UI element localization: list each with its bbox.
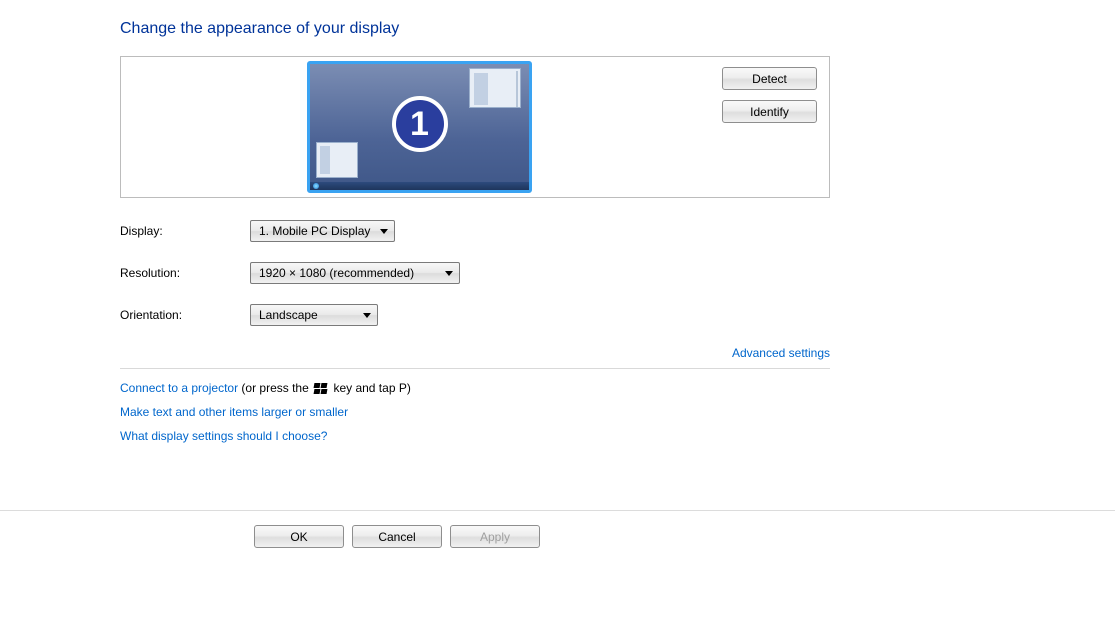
identify-button[interactable]: Identify bbox=[722, 100, 817, 123]
connect-projector-link[interactable]: Connect to a projector bbox=[120, 381, 238, 395]
monitor-1-preview[interactable]: 1 bbox=[307, 61, 532, 193]
resolution-label: Resolution: bbox=[120, 266, 250, 280]
dialog-button-bar: OK Cancel Apply bbox=[0, 510, 1115, 548]
chevron-down-icon bbox=[380, 229, 388, 234]
resolution-dropdown-value: 1920 × 1080 (recommended) bbox=[259, 266, 414, 280]
resolution-dropdown[interactable]: 1920 × 1080 (recommended) bbox=[250, 262, 460, 284]
monitor-number-badge: 1 bbox=[392, 96, 448, 152]
chevron-down-icon bbox=[445, 271, 453, 276]
projector-hint-after: key and tap P) bbox=[330, 381, 411, 395]
display-dropdown[interactable]: 1. Mobile PC Display bbox=[250, 220, 395, 242]
projector-line: Connect to a projector (or press the key… bbox=[120, 381, 830, 395]
display-arrangement-panel: 1 Detect Identify bbox=[120, 56, 830, 198]
chevron-down-icon bbox=[363, 313, 371, 318]
projector-hint-before: (or press the bbox=[238, 381, 312, 395]
divider bbox=[120, 368, 830, 369]
display-dropdown-value: 1. Mobile PC Display bbox=[259, 224, 370, 238]
advanced-settings-link[interactable]: Advanced settings bbox=[732, 346, 830, 360]
orientation-dropdown[interactable]: Landscape bbox=[250, 304, 378, 326]
ok-button[interactable]: OK bbox=[254, 525, 344, 548]
detect-button[interactable]: Detect bbox=[722, 67, 817, 90]
monitor-number-text: 1 bbox=[410, 107, 429, 141]
windows-key-icon bbox=[314, 383, 328, 395]
cancel-button[interactable]: Cancel bbox=[352, 525, 442, 548]
display-label: Display: bbox=[120, 224, 250, 238]
preview-window-icon bbox=[316, 142, 358, 178]
page-title: Change the appearance of your display bbox=[120, 20, 830, 38]
text-size-link[interactable]: Make text and other items larger or smal… bbox=[120, 405, 830, 419]
apply-button: Apply bbox=[450, 525, 540, 548]
orientation-label: Orientation: bbox=[120, 308, 250, 322]
help-link[interactable]: What display settings should I choose? bbox=[120, 429, 830, 443]
orientation-dropdown-value: Landscape bbox=[259, 308, 318, 322]
preview-window-icon bbox=[469, 68, 521, 108]
preview-taskbar-icon bbox=[310, 182, 529, 190]
